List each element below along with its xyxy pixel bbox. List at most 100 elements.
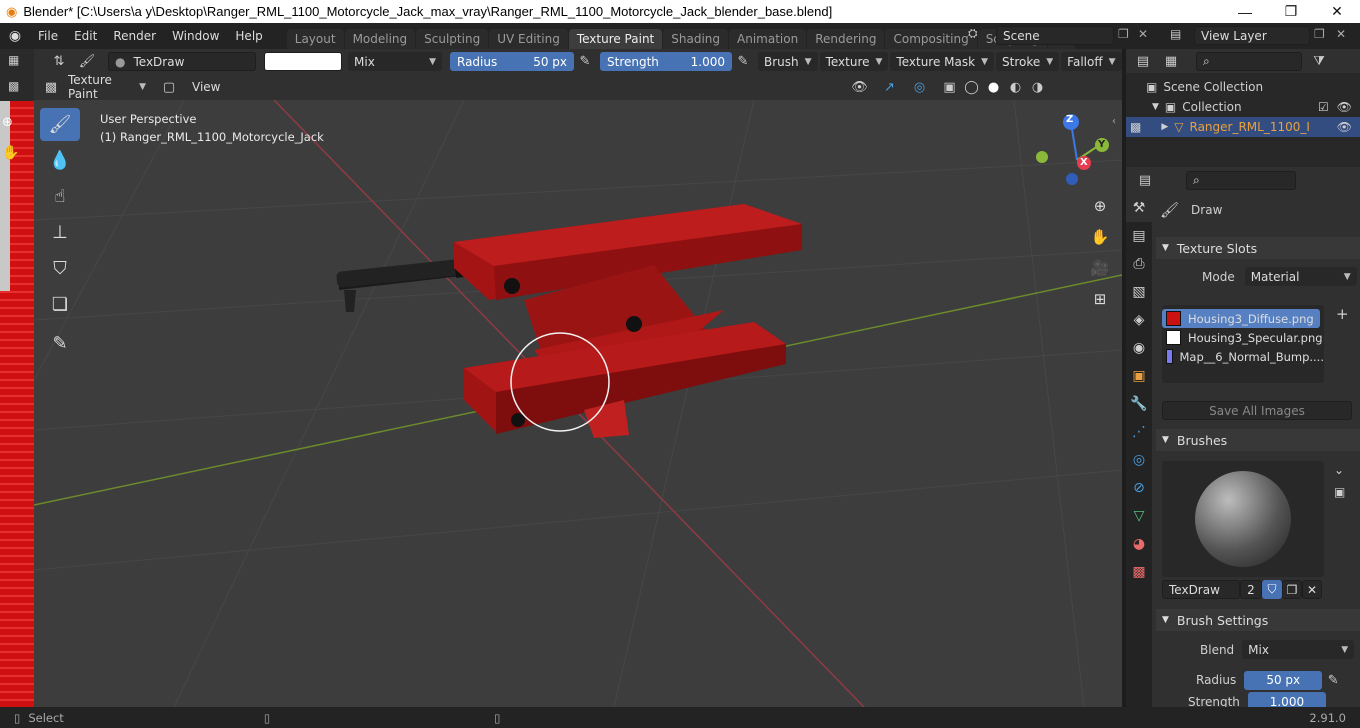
clone-tool[interactable]: ⊥ xyxy=(40,216,80,249)
zoom-view-icon[interactable]: ⊕ xyxy=(2,115,13,130)
object-tab-icon[interactable]: ▣ xyxy=(1126,362,1152,390)
blender-menu-icon[interactable]: ◉ xyxy=(0,28,30,44)
pan-icon[interactable]: ✋ xyxy=(2,145,19,161)
tool-tab-icon[interactable]: ⚒ xyxy=(1126,194,1152,222)
soften-tool[interactable]: 💧 xyxy=(40,144,80,177)
unlink-brush-button[interactable]: ✕ xyxy=(1302,580,1322,599)
texture-mask-menu[interactable]: Texture Mask ▼ xyxy=(890,52,994,71)
properties-editor-icon[interactable]: ▤ xyxy=(1134,170,1156,190)
strength-slider[interactable]: Strength 1.000 xyxy=(600,52,732,71)
close-window-icon[interactable]: ✕ xyxy=(1314,0,1360,23)
gizmo-toggle-icon[interactable]: ↗ xyxy=(878,77,900,97)
menu-file[interactable]: File xyxy=(30,29,66,43)
smear-tool[interactable]: ☝ xyxy=(40,180,80,213)
expand-icon[interactable]: ▼ xyxy=(1152,102,1159,112)
slot-diffuse[interactable]: Housing3_Diffuse.png xyxy=(1162,309,1320,328)
view-layer-icon[interactable]: ▤ xyxy=(1170,27,1181,41)
brush-preview[interactable] xyxy=(1162,461,1324,577)
tab-uv-editing[interactable]: UV Editing xyxy=(489,29,568,49)
properties-search[interactable]: ⌕ xyxy=(1186,170,1296,190)
brush-menu[interactable]: Brush ▼ xyxy=(758,52,818,71)
shading-material-icon[interactable]: ◐ xyxy=(1004,77,1026,97)
shading-rendered-icon[interactable]: ◑ xyxy=(1026,77,1048,97)
fill-tool[interactable]: ⛉ xyxy=(40,252,80,285)
mask-tool[interactable]: ❏ xyxy=(40,288,80,321)
brush-datablock-name[interactable]: TexDraw xyxy=(1162,580,1240,599)
xray-icon[interactable]: ▣ xyxy=(938,77,960,97)
texture-menu[interactable]: Texture ▼ xyxy=(819,52,889,71)
data-tab-icon[interactable]: ▽ xyxy=(1126,502,1152,530)
strength-pressure-icon[interactable]: ✎ xyxy=(732,52,754,72)
checkbox-icon[interactable]: ☑ xyxy=(1318,100,1329,114)
view-menu[interactable]: View xyxy=(184,80,228,94)
brush-chevron-icon[interactable]: ⌄ xyxy=(1334,463,1344,477)
minimize-icon[interactable]: — xyxy=(1222,0,1268,23)
filter-icon[interactable]: ⧩ xyxy=(1308,51,1330,71)
brush-name-field[interactable]: ● TexDraw xyxy=(108,52,256,71)
output-tab-icon[interactable]: ⎙ xyxy=(1126,250,1152,278)
tab-sculpting[interactable]: Sculpting xyxy=(416,29,489,49)
new-scene-icon[interactable]: ❐ xyxy=(1118,27,1129,41)
view-layer-tab-icon[interactable]: ▧ xyxy=(1126,278,1152,306)
fake-user-button[interactable]: ⛉ xyxy=(1262,580,1282,599)
duplicate-brush-button[interactable]: ❐ xyxy=(1282,580,1302,599)
brush-settings-header[interactable]: ▼ Brush Settings xyxy=(1156,609,1360,631)
radius-pen-icon[interactable]: ✎ xyxy=(1322,670,1344,690)
display-mode-icon[interactable]: ▦ xyxy=(1160,51,1182,71)
expand-icon-2[interactable]: ▶ xyxy=(1161,122,1168,132)
3d-viewport[interactable]: User Perspective (1) Ranger_RML_1100_Mot… xyxy=(34,100,1122,707)
overlay-toggle-icon[interactable]: ◎ xyxy=(908,77,930,97)
eye-icon[interactable]: 👁 xyxy=(1337,100,1352,114)
tab-rendering[interactable]: Rendering xyxy=(807,29,885,49)
tab-texture-paint[interactable]: Texture Paint xyxy=(568,29,663,49)
add-slot-icon[interactable]: + xyxy=(1336,305,1349,323)
tab-compositing[interactable]: Compositing xyxy=(885,29,977,49)
tab-shading[interactable]: Shading xyxy=(663,29,728,49)
brush-radius-slider[interactable]: 50 px xyxy=(1244,670,1323,690)
annotate-tool[interactable]: ✎ xyxy=(40,327,80,360)
falloff-menu[interactable]: Falloff ▼ xyxy=(1061,52,1122,71)
texture-paint-mode-icon[interactable]: ▩ xyxy=(40,77,62,97)
outliner-object[interactable]: ▩ ▶ ▽ Ranger_RML_1100_I 👁 xyxy=(1126,117,1360,137)
texture-tab-icon[interactable]: ▩ xyxy=(1126,558,1152,586)
maximize-icon[interactable]: ❐ xyxy=(1268,0,1314,23)
outliner-search[interactable]: ⌕ xyxy=(1196,51,1302,71)
delete-view-layer-icon[interactable]: ✕ xyxy=(1336,27,1346,41)
brush-blend-dropdown[interactable]: Mix ▼ xyxy=(1242,640,1355,659)
scene-icon[interactable]: ⛭ xyxy=(968,26,978,41)
radius-pressure-icon[interactable]: ✎ xyxy=(574,52,596,72)
transform-icon[interactable]: ⇅ xyxy=(48,52,70,72)
new-view-layer-icon[interactable]: ❐ xyxy=(1314,27,1325,41)
slot-normal[interactable]: Map__6_Normal_Bump.... xyxy=(1162,347,1324,366)
outliner-editor-icon[interactable]: ▤ xyxy=(1132,51,1154,71)
scene-tab-icon[interactable]: ◈ xyxy=(1126,306,1152,334)
visibility-icon[interactable]: 👁 xyxy=(848,77,870,97)
tab-modeling[interactable]: Modeling xyxy=(344,29,416,49)
stroke-menu[interactable]: Stroke ▼ xyxy=(996,52,1060,71)
outliner-scene-collection[interactable]: ▣ Scene Collection xyxy=(1126,77,1360,97)
slot-specular[interactable]: Housing3_Specular.png xyxy=(1162,328,1324,347)
radius-slider[interactable]: Radius 50 px xyxy=(450,52,574,71)
checker-icon[interactable]: ▩ xyxy=(8,79,19,93)
zoom-icon[interactable]: ⊕ xyxy=(1088,194,1112,218)
material-tab-icon[interactable]: ◕ xyxy=(1126,530,1152,558)
gizmo-z-label[interactable]: Z xyxy=(1066,114,1073,125)
brush-icon[interactable]: 🖌 xyxy=(76,52,98,72)
grid-toggle-icon[interactable]: ⊞ xyxy=(1088,287,1112,311)
delete-scene-icon[interactable]: ✕ xyxy=(1138,27,1148,41)
menu-render[interactable]: Render xyxy=(105,29,164,43)
slot-mode-dropdown[interactable]: Material ▼ xyxy=(1244,267,1357,286)
physics-tab-icon[interactable]: ◎ xyxy=(1126,446,1152,474)
gizmo-y-label[interactable]: Y xyxy=(1098,139,1105,150)
image-editor-strip[interactable]: ▦ ▩ ⊕ ✋ xyxy=(0,49,34,707)
view-layer-field[interactable]: View Layer xyxy=(1194,26,1310,45)
render-tab-icon[interactable]: ▤ xyxy=(1126,222,1152,250)
save-all-images-button[interactable]: Save All Images xyxy=(1162,401,1352,420)
menu-window[interactable]: Window xyxy=(164,29,227,43)
particles-tab-icon[interactable]: ⋰ xyxy=(1126,418,1152,446)
mode-dropdown[interactable]: Texture Paint ▼ xyxy=(62,73,152,101)
scene-field[interactable]: Scene xyxy=(996,26,1114,45)
shading-solid-icon[interactable]: ● xyxy=(982,77,1004,97)
blend-dropdown[interactable]: Mix ▼ xyxy=(348,52,442,71)
gizmo-x-label[interactable]: X xyxy=(1080,157,1088,168)
